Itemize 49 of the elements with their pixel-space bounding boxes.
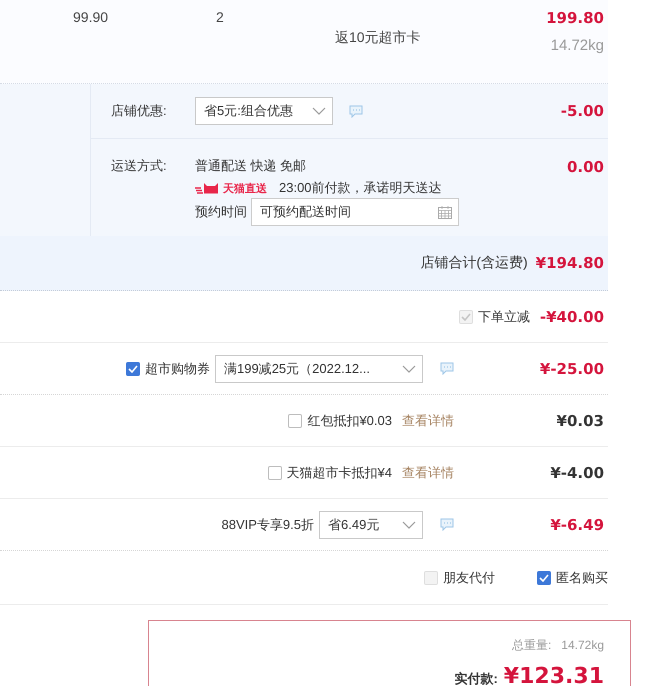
item-weight: 14.72kg [550, 37, 604, 55]
chevron-down-icon [312, 107, 326, 115]
schedule-input[interactable]: 可预约配送时间 [251, 198, 459, 226]
delivery-promise: 23:00前付款，承诺明天送达 [279, 180, 442, 196]
field-label: 运送方式: [111, 158, 168, 174]
checkbox[interactable] [537, 570, 551, 584]
chevron-down-icon [402, 520, 416, 528]
amount: ¥-25.00 [540, 360, 604, 378]
checkbox[interactable] [268, 466, 282, 480]
comment-icon[interactable] [349, 104, 363, 118]
shipping-method: 普通配送 快递 免邮 [195, 158, 308, 174]
unit-price: 99.90 [73, 9, 110, 25]
amount: 0.00 [566, 158, 604, 176]
checkbox[interactable] [288, 414, 302, 428]
schedule-label: 预约时间 [195, 204, 247, 220]
chevron-down-icon [402, 364, 416, 372]
quantity: 2 [216, 9, 225, 25]
comment-icon[interactable] [440, 362, 454, 375]
amount: ¥-4.00 [550, 464, 604, 482]
amount: ¥-6.49 [550, 516, 604, 534]
discount-select[interactable]: 省5元:组合优惠 [195, 97, 333, 125]
coupon-label: 88VIP专享9.5折 [222, 516, 314, 532]
amount: ¥0.03 [556, 412, 604, 430]
comment-icon[interactable] [440, 518, 454, 531]
field-label: 店铺优惠: [111, 103, 168, 119]
coupon-label: 超市购物券 [145, 360, 210, 376]
total-label: 店铺合计(含运费) [420, 254, 528, 272]
details-link[interactable]: 查看详情 [402, 464, 454, 482]
pay-amount: ¥123.31 [504, 664, 604, 686]
amount: -5.00 [560, 102, 604, 120]
option-label: 朋友代付 [443, 568, 495, 586]
badge-text: 天猫直送 [223, 182, 267, 196]
weight-label: 总重量: [512, 637, 552, 654]
coupon-select[interactable]: 省6.49元 [319, 510, 423, 538]
total-amount: ¥194.80 [536, 254, 604, 272]
deduction-label: 天猫超市卡抵扣¥4 [286, 464, 392, 480]
deduction-label: 红包抵扣¥0.03 [307, 412, 392, 428]
calendar-icon[interactable] [438, 206, 452, 218]
option-label: 匿名购买 [556, 568, 608, 586]
checkbox[interactable] [126, 362, 140, 376]
total-weight: 14.72kg [561, 638, 604, 652]
coupon-select[interactable]: 满199减25元（2022.12... [215, 354, 423, 382]
details-link[interactable]: 查看详情 [402, 412, 454, 430]
pay-label: 实付款: [454, 670, 498, 686]
discount-label: 下单立减 [478, 308, 530, 324]
promo-text: 返10元超市卡 [335, 29, 421, 45]
cat-head-icon [195, 182, 221, 194]
subtotal: 199.80 [546, 9, 604, 27]
amount: -¥40.00 [540, 308, 604, 326]
